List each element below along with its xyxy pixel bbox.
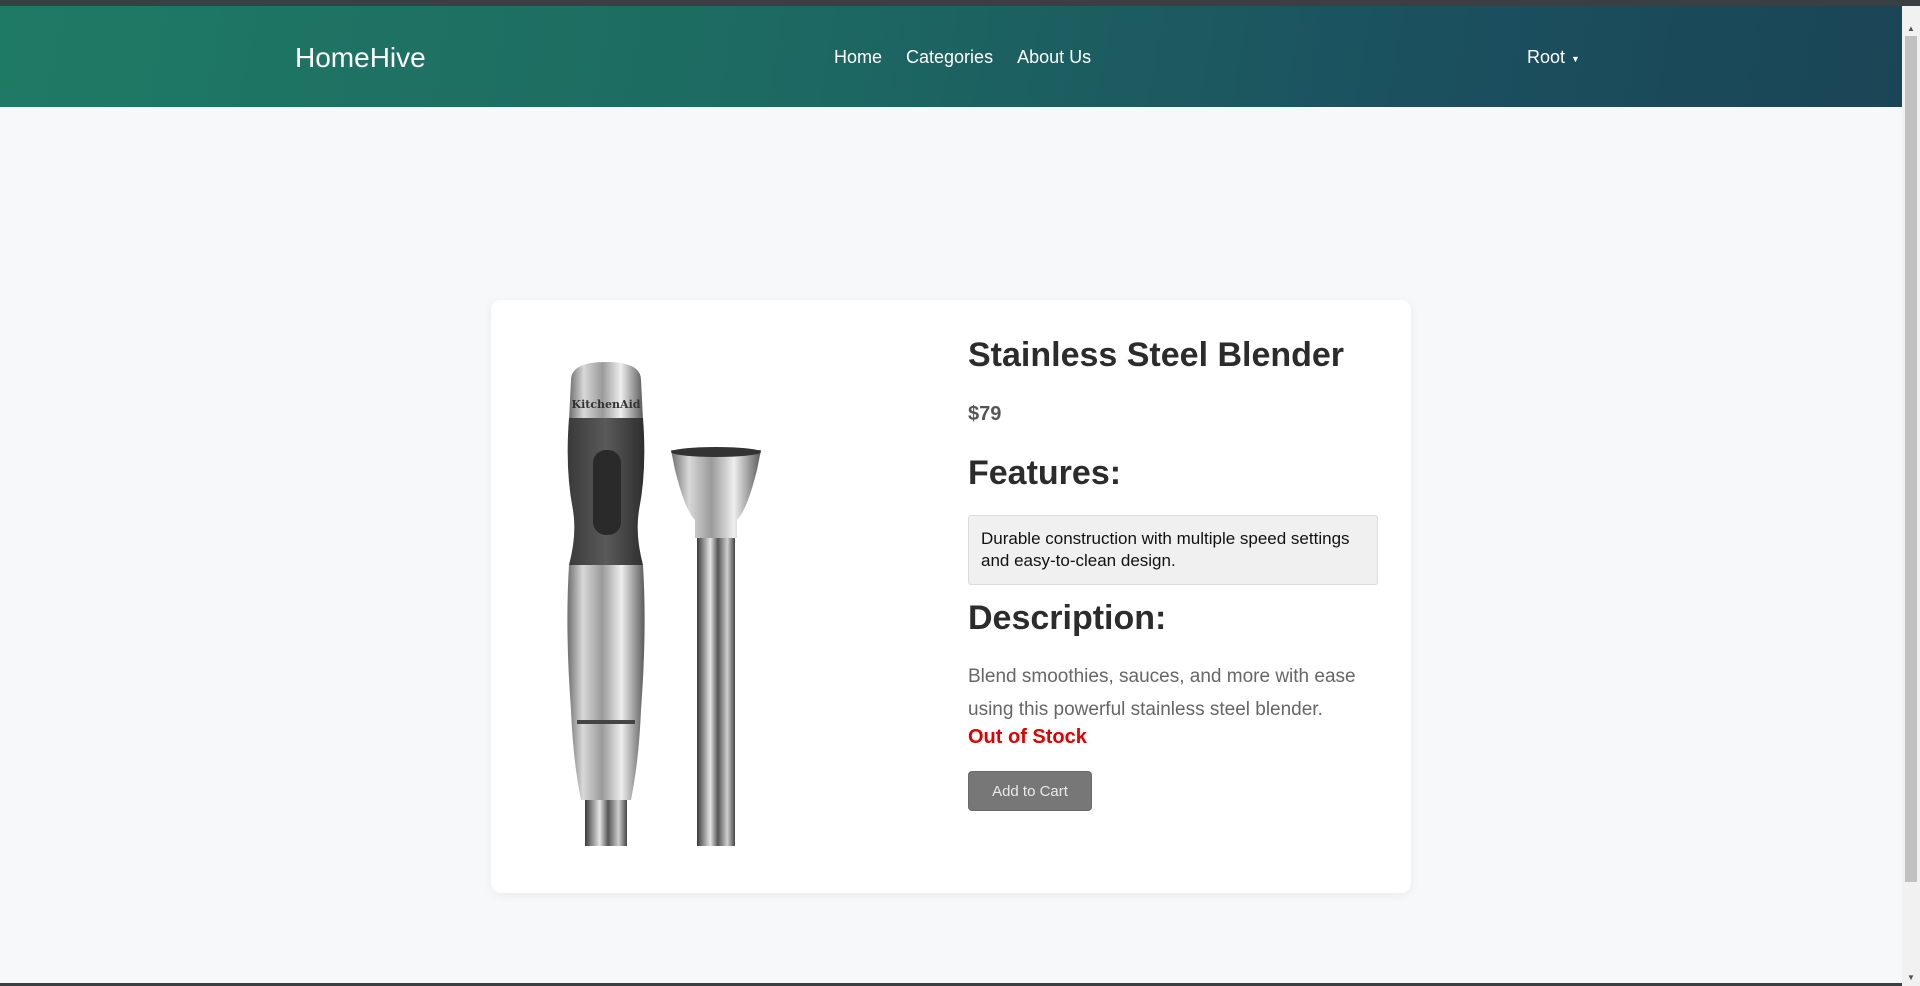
nav-link-categories[interactable]: Categories [906, 47, 993, 68]
page-scrollbar[interactable]: ▲ ▼ [1902, 6, 1920, 986]
product-info: Stainless Steel Blender $79 Features: Du… [968, 336, 1378, 811]
product-title: Stainless Steel Blender [968, 336, 1345, 374]
brand-logo-link[interactable]: HomeHive [295, 42, 426, 74]
nav-link-about-us[interactable]: About Us [1017, 47, 1091, 68]
description-heading: Description: [968, 599, 1167, 637]
scroll-up-arrow-icon[interactable]: ▲ [1902, 20, 1920, 37]
nav-link-home[interactable]: Home [834, 47, 882, 68]
features-heading: Features: [968, 454, 1122, 492]
user-menu-dropdown[interactable]: Root ▼ [1527, 47, 1580, 68]
features-box: Durable construction with multiple speed… [968, 515, 1378, 585]
main-nav: Home Categories About Us [834, 47, 1091, 68]
user-name: Root [1527, 47, 1566, 67]
navbar: HomeHive Home Categories About Us Root ▼ [0, 6, 1902, 107]
add-to-cart-button[interactable]: Add to Cart [968, 771, 1092, 811]
product-card: KitchenAid Stainless Steel Blender $79 F… [491, 300, 1411, 893]
product-image: KitchenAid [567, 362, 761, 846]
product-price: $79 [968, 403, 1002, 425]
product-image-brand-text: KitchenAid [572, 398, 641, 411]
scroll-down-arrow-icon[interactable]: ▼ [1902, 969, 1920, 986]
description-text: Blend smoothies, sauces, and more with e… [968, 666, 1356, 720]
caret-down-icon: ▼ [1571, 54, 1580, 64]
scrollbar-thumb[interactable] [1905, 36, 1917, 882]
stock-status: Out of Stock [968, 726, 1087, 748]
